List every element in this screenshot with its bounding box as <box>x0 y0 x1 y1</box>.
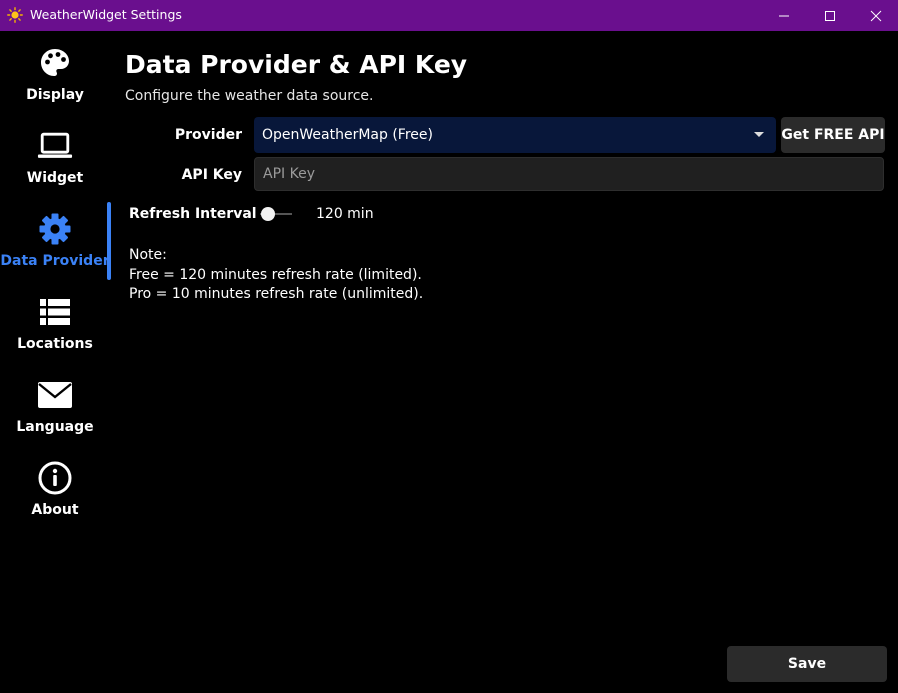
sun-icon <box>7 7 23 23</box>
sidebar-item-label: Widget <box>26 170 84 186</box>
close-icon <box>870 10 882 21</box>
maximize-button[interactable] <box>807 0 853 31</box>
caret-down-icon <box>754 132 764 137</box>
title-bar: WeatherWidget Settings <box>0 0 898 31</box>
sidebar-item-display[interactable]: Display <box>0 31 110 111</box>
provider-selected-value: OpenWeatherMap (Free) <box>262 127 433 143</box>
page-subtitle: Configure the weather data source. <box>125 88 374 104</box>
get-free-api-button[interactable]: Get FREE API <box>781 117 885 153</box>
sidebar: Display Widget Data Provider Locations L… <box>0 31 112 693</box>
maximize-icon <box>825 10 835 21</box>
sidebar-item-label: About <box>31 502 79 518</box>
sidebar-item-label: Language <box>16 419 94 435</box>
note-free: Free = 120 minutes refresh rate (limited… <box>129 266 422 283</box>
sidebar-item-locations[interactable]: Locations <box>0 280 110 360</box>
info-icon <box>37 460 73 496</box>
provider-label: Provider <box>174 127 242 143</box>
refresh-interval-label: Refresh Interval <box>129 206 257 222</box>
api-key-label: API Key <box>181 167 242 183</box>
envelope-icon <box>37 377 73 413</box>
palette-icon <box>37 45 73 81</box>
slider-thumb[interactable] <box>261 207 275 221</box>
save-button[interactable]: Save <box>727 646 887 682</box>
sidebar-item-data-provider[interactable]: Data Provider <box>0 197 110 277</box>
sidebar-item-about[interactable]: About <box>0 446 110 526</box>
window-title: WeatherWidget Settings <box>30 7 182 22</box>
refresh-interval-value: 120 min <box>316 206 374 222</box>
sidebar-item-label: Display <box>26 87 84 103</box>
sidebar-item-label: Locations <box>17 336 93 352</box>
minimize-icon <box>779 15 789 16</box>
page-title: Data Provider & API Key <box>125 50 468 79</box>
laptop-icon <box>37 128 73 164</box>
list-icon <box>37 294 73 330</box>
note-heading: Note: <box>129 247 167 263</box>
provider-select[interactable]: OpenWeatherMap (Free) <box>254 117 776 153</box>
minimize-button[interactable] <box>761 0 807 31</box>
sidebar-item-widget[interactable]: Widget <box>0 114 110 194</box>
note-pro: Pro = 10 minutes refresh rate (unlimited… <box>129 286 424 302</box>
sidebar-item-label: Data Provider <box>0 253 110 269</box>
close-button[interactable] <box>853 0 898 31</box>
note-text: Note: Free = 120 minutes refresh rate (l… <box>129 246 423 305</box>
sidebar-item-language[interactable]: Language <box>0 363 110 443</box>
refresh-interval-slider[interactable] <box>260 205 292 223</box>
active-indicator <box>107 202 111 280</box>
gear-icon <box>37 211 73 247</box>
api-key-input[interactable] <box>254 157 884 191</box>
